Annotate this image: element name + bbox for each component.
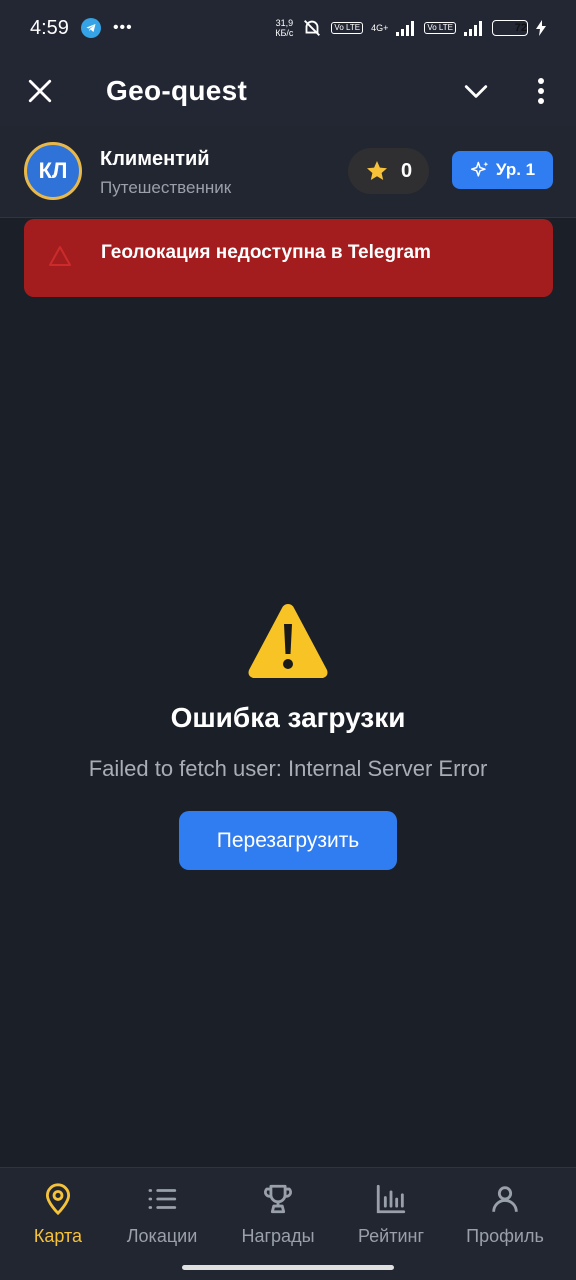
user-name: Климентий — [100, 148, 210, 170]
nav-item-rating[interactable]: Рейтинг — [336, 1168, 446, 1258]
stars-counter[interactable]: 0 — [348, 148, 429, 194]
charging-bolt-icon — [536, 20, 546, 36]
app-title: Geo-quest — [106, 75, 248, 106]
nav-item-profile[interactable]: Профиль — [450, 1168, 560, 1258]
nav-label-locations: Локации — [126, 1226, 198, 1246]
warning-triangle-icon — [49, 246, 71, 266]
bottom-navigation: Карта Локации Награды Рейтинг Профиль — [0, 1167, 576, 1280]
warning-icon — [248, 604, 328, 678]
muted-bell-icon — [304, 20, 321, 36]
more-menu-button[interactable] — [506, 56, 576, 126]
nav-label-rewards: Награды — [241, 1226, 315, 1246]
more-notifications-icon: ••• — [112, 19, 133, 36]
user-icon — [492, 1186, 518, 1212]
collapse-button[interactable] — [446, 56, 506, 126]
battery-icon: 72 — [492, 20, 528, 36]
battery-level: 72 — [514, 22, 527, 34]
volte-badge-1: Vo LTE — [331, 22, 364, 34]
home-indicator[interactable] — [182, 1265, 394, 1270]
user-role: Путешественник — [100, 178, 232, 197]
telegram-notification-icon — [80, 18, 101, 38]
nav-label-rating: Рейтинг — [357, 1226, 425, 1246]
nav-label-profile: Профиль — [466, 1226, 544, 1246]
bar-chart-icon — [376, 1184, 406, 1214]
status-indicators: 31,9 КБ/с Vo LTE 4G+ Vo LTE 72 — [275, 17, 546, 39]
close-icon — [28, 79, 52, 103]
app-bar: Geo-quest — [0, 56, 576, 126]
error-message: Failed to fetch user: Internal Server Er… — [88, 756, 488, 781]
avatar[interactable]: КЛ — [24, 142, 82, 200]
geolocation-error-text: Геолокация недоступна в Telegram — [101, 242, 431, 263]
network-speed-value: 31,9 — [275, 18, 294, 28]
list-icon — [148, 1189, 177, 1209]
nav-label-map: Карта — [33, 1226, 83, 1246]
status-time: 4:59 — [30, 16, 69, 39]
map-pin-icon — [45, 1183, 71, 1216]
reload-button[interactable]: Перезагрузить — [179, 811, 397, 870]
nav-item-rewards[interactable]: Награды — [223, 1168, 333, 1258]
chevron-down-icon — [464, 85, 488, 98]
network-type: 4G+ — [371, 23, 389, 33]
level-label: Ур. 1 — [495, 160, 536, 179]
signal-icon-1 — [396, 21, 415, 36]
nav-item-locations[interactable]: Локации — [107, 1168, 217, 1258]
trophy-icon — [264, 1184, 292, 1214]
star-icon — [366, 161, 387, 180]
error-title: Ошибка загрузки — [170, 702, 406, 733]
nav-item-map[interactable]: Карта — [3, 1168, 113, 1258]
geolocation-error-banner: Геолокация недоступна в Telegram — [24, 219, 553, 297]
volte-badge-2: Vo LTE — [424, 22, 456, 34]
sparkles-icon — [470, 161, 489, 177]
more-vertical-icon — [538, 78, 544, 104]
user-header: КЛ Климентий Путешественник 0 Ур. 1 — [0, 126, 576, 218]
network-speed: 31,9 КБ/с — [275, 18, 293, 38]
level-button[interactable]: Ур. 1 — [452, 151, 553, 189]
close-button[interactable] — [0, 56, 80, 126]
network-speed-unit: КБ/с — [275, 28, 294, 38]
status-bar: 4:59 ••• 31,9 КБ/с Vo LTE 4G+ Vo LTE 72 — [0, 0, 576, 56]
signal-icon-2 — [464, 21, 482, 36]
stars-count: 0 — [400, 159, 413, 182]
app-screen: 4:59 ••• 31,9 КБ/с Vo LTE 4G+ Vo LTE 72 … — [0, 0, 576, 1280]
